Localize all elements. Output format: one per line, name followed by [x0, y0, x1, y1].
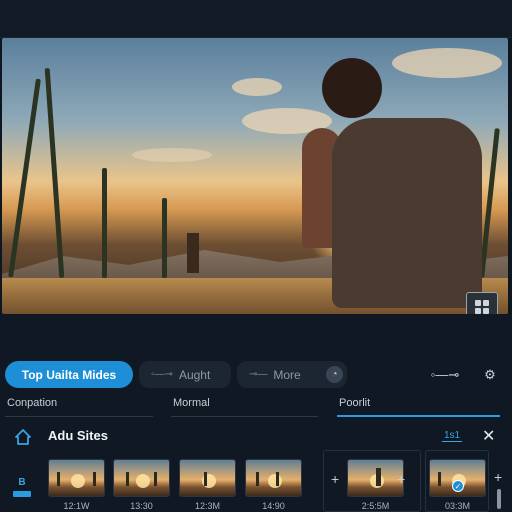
home-icon[interactable] [13, 427, 33, 447]
tab-bar: Conpation Mormal Poorlit [0, 397, 512, 417]
thumbnail-label: 13:30 [130, 501, 153, 511]
thumbnail[interactable] [179, 459, 236, 497]
tree [93, 472, 96, 486]
section-badge[interactable]: 1s1 [442, 430, 463, 442]
plus-icon[interactable]: + [331, 471, 339, 487]
thumbnail-label: 03:3M [444, 501, 470, 511]
tab-mormal[interactable]: Mormal [171, 397, 318, 417]
cloud [132, 148, 212, 162]
thumbnail-label: 12:3M [194, 501, 220, 511]
video-preview[interactable] [2, 38, 508, 314]
aught-button[interactable]: ◦—⊸ Aught [139, 361, 231, 388]
palm-tree [8, 78, 41, 278]
clock-icon: ◔ [326, 366, 343, 383]
thumbnail[interactable] [245, 459, 302, 497]
close-icon[interactable]: ✕ [482, 426, 495, 446]
sun [268, 474, 282, 488]
man-head [322, 58, 382, 118]
primary-button[interactable]: Top Uailta Mides [5, 361, 133, 388]
palm-tree [479, 128, 500, 278]
brightness-icon[interactable]: ◦—⊸ [418, 366, 472, 384]
check-badge-icon: ✓ [452, 480, 464, 492]
more-button[interactable]: ⊸— More ◔ [237, 361, 347, 388]
sun [71, 474, 85, 488]
tree [57, 472, 60, 486]
effect-icon: ⊸— [249, 369, 268, 380]
top-bar [0, 0, 512, 38]
tab-poorlit[interactable]: Poorlit [337, 397, 500, 417]
transition-icon: ◦—⊸ [151, 369, 173, 380]
tree [154, 472, 157, 486]
tree [438, 472, 441, 486]
tab-conpation[interactable]: Conpation [5, 397, 153, 417]
tree [126, 472, 129, 486]
distant-figure [187, 233, 199, 273]
thumbnail[interactable] [347, 459, 404, 497]
aught-label: Aught [178, 367, 211, 382]
plus-icon[interactable]: + [494, 469, 502, 485]
palm-tree [44, 68, 65, 278]
tree [276, 472, 279, 486]
scrollbar[interactable] [497, 489, 501, 509]
thumbnail[interactable] [48, 459, 105, 497]
tree [256, 472, 259, 486]
palm-tree [162, 198, 167, 278]
tree [204, 472, 207, 486]
figure [376, 468, 381, 486]
settings-icon[interactable]: ⚙ [481, 366, 499, 384]
cloud [232, 78, 282, 96]
man-figure [332, 118, 482, 308]
thumbnail-label: 14:90 [262, 501, 285, 511]
cloud [392, 48, 502, 78]
sun [136, 474, 150, 488]
plus-icon[interactable]: + [397, 471, 405, 487]
more-label: More [273, 367, 301, 382]
thumbnail-label: 2:5:5M [361, 501, 390, 511]
palm-tree [102, 168, 107, 278]
thumbnail-label: 12:1W [63, 501, 90, 511]
section-title: Adu Sites [48, 428, 108, 443]
thumbnail[interactable] [113, 459, 170, 497]
grid-icon[interactable] [466, 292, 498, 314]
section-header: Adu Sites 1s1 ✕ [0, 425, 512, 449]
